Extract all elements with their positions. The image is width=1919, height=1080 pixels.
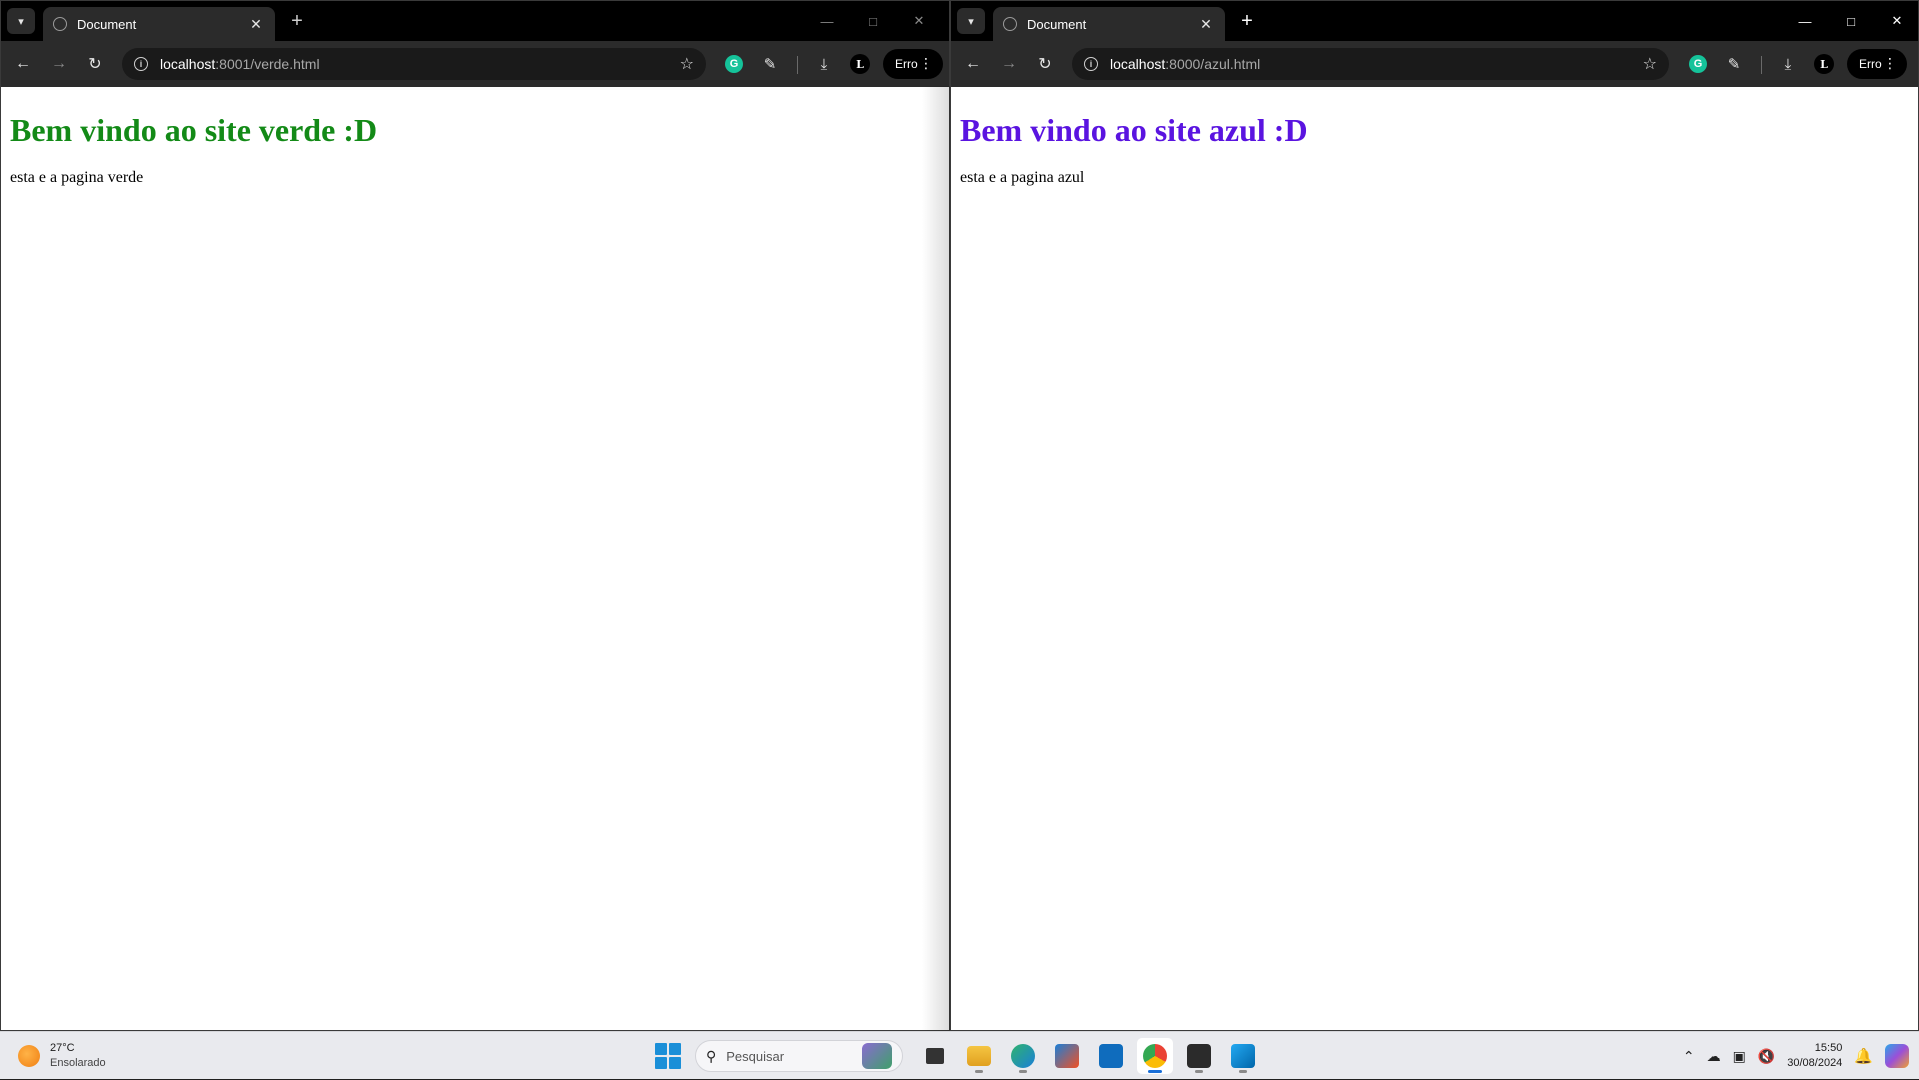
browser-toolbar: ← → ↻ i localhost :8000/azul.html ☆ G ✎ … (951, 41, 1918, 87)
page-paragraph: esta e a pagina verde (10, 169, 144, 187)
search-highlight-icon (862, 1043, 892, 1069)
back-arrow-icon[interactable]: ← (11, 52, 35, 76)
toolbar-separator (797, 56, 798, 74)
address-bar[interactable]: i localhost :8001/verde.html ☆ (122, 48, 706, 80)
window-controls: — □ ✕ (804, 1, 942, 41)
store-icon[interactable] (1049, 1038, 1085, 1074)
minimize-icon[interactable]: — (1782, 1, 1828, 41)
network-icon[interactable]: ▣ (1733, 1048, 1746, 1065)
plus-icon[interactable]: + (285, 10, 309, 34)
cloud-off-icon[interactable]: ☁ (1707, 1048, 1721, 1065)
page-heading: Bem vindo ao site verde :D (10, 112, 378, 148)
edge-icon[interactable] (1005, 1038, 1041, 1074)
weather-temp: 27°C (50, 1042, 75, 1054)
weather-desc: Ensolarado (50, 1057, 106, 1069)
weather-widget[interactable]: 27°C Ensolarado (18, 1041, 106, 1071)
globe-icon (53, 17, 67, 31)
task-view-icon[interactable] (917, 1038, 953, 1074)
reload-icon[interactable]: ↻ (83, 52, 107, 76)
info-icon[interactable]: i (1084, 57, 1098, 71)
extensions-icon[interactable]: ✎ (1723, 53, 1745, 75)
close-icon[interactable]: ✕ (1197, 15, 1215, 33)
vscode-icon[interactable] (1225, 1038, 1261, 1074)
error-button[interactable]: Erro ⋮ (883, 49, 943, 79)
tab-list-icon[interactable]: ▾ (7, 8, 35, 34)
page-content: Bem vindo ao site verde :D esta e a pagi… (1, 87, 949, 197)
download-icon[interactable]: ⤓ (1777, 53, 1799, 75)
clock[interactable]: 15:50 30/08/2024 (1787, 1041, 1842, 1071)
globe-icon (1003, 17, 1017, 31)
url-host: localhost (160, 56, 216, 72)
browser-window-right: ▾ Document ✕ + — □ ✕ ← → ↻ i localhost :… (950, 0, 1919, 1031)
close-window-icon[interactable]: ✕ (1874, 1, 1918, 41)
close-window-icon[interactable]: ✕ (896, 1, 942, 41)
url-host: localhost (1110, 56, 1166, 72)
url-path: :8000/azul.html (1165, 56, 1261, 72)
file-explorer-icon[interactable] (961, 1038, 997, 1074)
info-icon[interactable]: i (134, 57, 148, 71)
download-icon[interactable]: ⤓ (813, 53, 835, 75)
sun-icon (18, 1045, 40, 1067)
browser-window-left: ▾ Document ✕ + — □ ✕ ← → ↻ i localhost :… (0, 0, 950, 1031)
system-tray: ⌃ ☁ ▣ 🔇 15:50 30/08/2024 🔔 (1683, 1032, 1909, 1080)
star-icon[interactable]: ☆ (1643, 54, 1657, 74)
profile-avatar[interactable]: L (1813, 53, 1835, 75)
tab-title: Document (1027, 16, 1087, 32)
menu-dots-icon[interactable]: ⋮ (1883, 55, 1897, 71)
page-content: Bem vindo ao site azul :D esta e a pagin… (951, 87, 1918, 197)
tab-document[interactable]: Document ✕ (43, 7, 275, 41)
terminal-icon[interactable] (1181, 1038, 1217, 1074)
error-button[interactable]: Erro ⋮ (1847, 49, 1907, 79)
taskbar: 27°C Ensolarado ⚲ Pesquisar ⌃ ☁ ▣ 🔇 15:5… (0, 1031, 1919, 1079)
tab-document[interactable]: Document ✕ (993, 7, 1225, 41)
copilot-icon[interactable] (1885, 1044, 1909, 1068)
url-path: :8001/verde.html (215, 56, 320, 72)
back-arrow-icon[interactable]: ← (961, 52, 985, 76)
search-box[interactable]: ⚲ Pesquisar (695, 1040, 903, 1072)
tab-strip: ▾ Document ✕ + — □ ✕ (951, 1, 1918, 41)
reload-icon[interactable]: ↻ (1033, 52, 1057, 76)
window-controls: — □ ✕ (1782, 1, 1918, 41)
search-placeholder: Pesquisar (726, 1048, 785, 1064)
toolbar-separator (1761, 56, 1762, 74)
page-heading: Bem vindo ao site azul :D (960, 112, 1308, 148)
tab-strip: ▾ Document ✕ + — □ ✕ (1, 1, 949, 41)
maximize-icon[interactable]: □ (850, 1, 896, 41)
outlook-icon[interactable] (1093, 1038, 1129, 1074)
close-icon[interactable]: ✕ (247, 15, 265, 33)
clock-date: 30/08/2024 (1787, 1057, 1843, 1069)
extensions-icon[interactable]: ✎ (759, 53, 781, 75)
desktop: ▾ Document ✕ + — □ ✕ ← → ↻ i localhost :… (0, 0, 1919, 1031)
tab-list-icon[interactable]: ▾ (957, 8, 985, 34)
taskbar-apps: ⚲ Pesquisar (655, 1038, 1269, 1074)
tab-title: Document (77, 16, 137, 32)
profile-avatar[interactable]: L (849, 53, 871, 75)
chevron-up-icon[interactable]: ⌃ (1683, 1048, 1695, 1065)
plus-icon[interactable]: + (1235, 10, 1259, 34)
forward-arrow-icon[interactable]: → (47, 52, 71, 76)
browser-toolbar: ← → ↻ i localhost :8001/verde.html ☆ G ✎… (1, 41, 949, 87)
grammarly-icon[interactable]: G (723, 53, 745, 75)
maximize-icon[interactable]: □ (1828, 1, 1874, 41)
bell-icon[interactable]: 🔔 (1854, 1047, 1873, 1065)
volume-mute-icon[interactable]: 🔇 (1758, 1048, 1775, 1065)
windows-start-icon[interactable] (655, 1043, 681, 1069)
error-label: Erro (895, 57, 918, 71)
chrome-icon[interactable] (1137, 1038, 1173, 1074)
page-paragraph: esta e a pagina azul (960, 169, 1085, 187)
star-icon[interactable]: ☆ (680, 54, 694, 74)
minimize-icon[interactable]: — (804, 1, 850, 41)
grammarly-icon[interactable]: G (1687, 53, 1709, 75)
clock-time: 15:50 (1814, 1042, 1843, 1054)
search-icon: ⚲ (706, 1047, 717, 1064)
error-label: Erro (1859, 57, 1882, 71)
forward-arrow-icon[interactable]: → (997, 52, 1021, 76)
menu-dots-icon[interactable]: ⋮ (919, 55, 933, 71)
address-bar[interactable]: i localhost :8000/azul.html ☆ (1072, 48, 1669, 80)
